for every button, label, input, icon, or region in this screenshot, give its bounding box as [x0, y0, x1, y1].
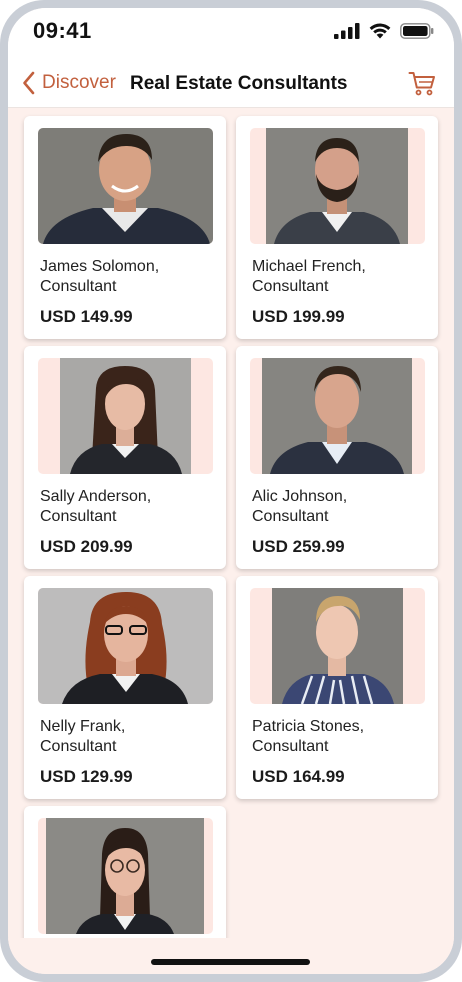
consultant-name: Sally Anderson, Consultant	[40, 488, 152, 525]
consultant-photo	[266, 128, 408, 244]
photo-frame	[38, 588, 213, 704]
consultant-photo	[38, 588, 213, 704]
photo-frame	[38, 128, 213, 244]
consultant-photo	[38, 128, 213, 244]
consultant-name: James Solomon, Consultant	[40, 258, 160, 295]
consultant-card[interactable]	[24, 806, 226, 946]
page-title: Real Estate Consultants	[130, 73, 348, 94]
home-indicator[interactable]	[151, 959, 310, 965]
consultant-card[interactable]: Michael French, Consultant USD 199.99	[236, 116, 438, 339]
consultant-price: USD 199.99	[252, 307, 345, 326]
status-time: 09:41	[33, 18, 92, 43]
consultant-photo	[46, 818, 204, 934]
consultant-card[interactable]: Sally Anderson, Consultant USD 209.99	[24, 346, 226, 569]
consultant-price: USD 209.99	[40, 537, 133, 556]
phone-frame: 09:41 Discover Real Estate Consultants J…	[0, 0, 462, 982]
consultant-price: USD 129.99	[40, 767, 133, 786]
consultant-photo	[262, 358, 412, 474]
back-label: Discover	[42, 72, 116, 93]
wifi-icon	[369, 23, 391, 39]
chevron-left-icon	[23, 71, 35, 95]
photo-frame	[250, 588, 425, 704]
battery-icon	[400, 22, 434, 39]
photo-frame	[250, 128, 425, 244]
cellular-signal-icon	[334, 22, 360, 39]
photo-frame	[250, 358, 425, 474]
consultant-photo	[60, 358, 191, 474]
screen: 09:41 Discover Real Estate Consultants J…	[8, 8, 454, 974]
back-button[interactable]: Discover	[22, 71, 116, 95]
consultant-grid: James Solomon, Consultant USD 149.99 Mic…	[8, 108, 454, 946]
consultant-card[interactable]: Nelly Frank, Consultant USD 129.99	[24, 576, 226, 799]
shopping-cart-icon	[408, 72, 435, 96]
navigation-bar: Discover Real Estate Consultants	[8, 62, 454, 108]
consultant-price: USD 149.99	[40, 307, 133, 326]
consultant-price: USD 164.99	[252, 767, 345, 786]
bottom-safe-area	[8, 938, 454, 974]
photo-frame	[38, 358, 213, 474]
photo-frame	[38, 818, 213, 934]
status-bar: 09:41	[8, 8, 454, 62]
consultant-price: USD 259.99	[252, 537, 345, 556]
consultant-name: Michael French, Consultant	[252, 258, 366, 295]
consultant-name: Patricia Stones, Consultant	[252, 718, 365, 755]
consultant-name: Nelly Frank, Consultant	[40, 718, 126, 755]
cart-button[interactable]	[408, 71, 436, 97]
consultant-name: Alic Johnson, Consultant	[252, 488, 348, 525]
consultant-card[interactable]: Patricia Stones, Consultant USD 164.99	[236, 576, 438, 799]
consultant-card[interactable]: Alic Johnson, Consultant USD 259.99	[236, 346, 438, 569]
status-icons	[334, 22, 434, 39]
consultant-card[interactable]: James Solomon, Consultant USD 149.99	[24, 116, 226, 339]
consultant-photo	[272, 588, 403, 704]
